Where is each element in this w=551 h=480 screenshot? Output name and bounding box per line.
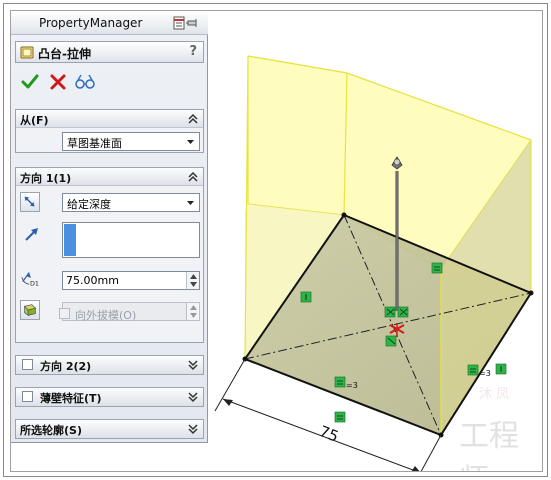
spin-up-icon[interactable] — [189, 304, 198, 311]
spin-down-icon[interactable] — [189, 312, 198, 319]
property-manager-title: PropertyManager — [39, 16, 143, 30]
window-frame: PropertyManager 凸台-拉伸 ? 从(F) 草图基准面 方向 1(… — [3, 3, 548, 477]
spin-up-icon[interactable] — [189, 273, 198, 280]
chevron-down-icon — [187, 201, 194, 205]
from-group-header[interactable]: 从(F) — [16, 110, 203, 128]
direction1-group-title: 方向 1(1) — [20, 172, 72, 185]
direction-vector-icon — [25, 228, 38, 241]
sketch-vertex[interactable] — [528, 290, 534, 296]
reverse-direction-icon — [24, 196, 35, 207]
property-manager-panel: PropertyManager 凸台-拉伸 ? 从(F) 草图基准面 方向 1(… — [11, 11, 208, 443]
expand-down-icon[interactable] — [187, 391, 199, 403]
reverse-direction-button[interactable] — [20, 192, 40, 212]
vertical-relation-marker — [495, 363, 507, 375]
collapse-up-icon[interactable] — [187, 113, 199, 125]
expand-down-icon[interactable] — [187, 423, 199, 435]
draft-outward-checkbox[interactable] — [59, 308, 70, 319]
watermark: 工程师 — [459, 419, 519, 471]
action-buttons — [21, 73, 111, 91]
selected-contours-group: 所选轮廓(S) — [15, 419, 204, 439]
draft-icon — [23, 304, 37, 317]
graphics-viewport[interactable]: =3 =3 75 — [209, 11, 543, 472]
vertical-relation-marker — [300, 291, 312, 303]
collapse-up-icon[interactable] — [187, 171, 199, 183]
thin-feature-checkbox[interactable] — [22, 391, 33, 402]
direction2-group-header[interactable]: 方向 2(2) — [16, 356, 203, 374]
glasses-icon[interactable] — [75, 73, 95, 91]
direction1-group-header[interactable]: 方向 1(1) — [16, 168, 203, 186]
pin-icon[interactable] — [173, 16, 199, 30]
depth-input[interactable]: 75.00mm — [62, 271, 200, 290]
direction-vector-listbox[interactable] — [62, 222, 200, 258]
property-manager-header: PropertyManager — [11, 11, 208, 35]
end-condition-value: 给定深度 — [67, 198, 111, 211]
draft-angle-spinner[interactable] — [186, 303, 199, 320]
depth-dimension-icon: D1 — [21, 272, 39, 287]
spin-down-icon[interactable] — [189, 281, 198, 288]
start-condition-value: 草图基准面 — [67, 137, 122, 150]
start-condition-dropdown[interactable]: 草图基准面 — [62, 132, 200, 151]
from-group: 从(F) 草图基准面 — [15, 109, 204, 153]
horizontal-relation-marker — [431, 262, 443, 274]
watermark-small: 沐 凤 — [479, 387, 510, 402]
thin-feature-group-title: 薄壁特征(T) — [40, 392, 102, 405]
svg-text:D1: D1 — [30, 280, 39, 287]
feature-name: 凸台-拉伸 — [38, 47, 91, 61]
chevron-down-icon — [187, 140, 194, 144]
check-icon[interactable] — [21, 73, 39, 91]
selected-contours-group-title: 所选轮廓(S) — [20, 424, 82, 437]
relation-mark-label: =3 — [479, 369, 491, 378]
depth-value: 75.00mm — [66, 274, 119, 287]
application-area: PropertyManager 凸台-拉伸 ? 从(F) 草图基准面 方向 1(… — [10, 10, 543, 472]
draft-toggle-button[interactable] — [20, 300, 40, 320]
feature-title-bar: 凸台-拉伸 ? — [15, 41, 204, 63]
relation-mark-label: =3 — [346, 381, 358, 390]
selected-contours-group-header[interactable]: 所选轮廓(S) — [16, 420, 203, 438]
draft-outward-label: 向外拔模(O) — [75, 309, 137, 322]
direction2-group-title: 方向 2(2) — [40, 360, 92, 373]
equal-relation-marker — [334, 411, 346, 423]
end-condition-dropdown[interactable]: 给定深度 — [62, 193, 200, 212]
help-icon[interactable]: ? — [189, 44, 197, 59]
thin-feature-group: 薄壁特征(T) — [15, 387, 204, 407]
listbox-selection-marker — [64, 224, 76, 256]
x-icon[interactable] — [49, 73, 67, 91]
from-group-title: 从(F) — [20, 114, 49, 127]
thin-feature-group-header[interactable]: 薄壁特征(T) — [16, 388, 203, 406]
boss-extrude-icon — [20, 46, 34, 59]
direction2-group: 方向 2(2) — [15, 355, 204, 375]
expand-down-icon[interactable] — [187, 359, 199, 371]
sketch-vertex[interactable] — [341, 212, 347, 218]
direction2-checkbox[interactable] — [22, 359, 33, 370]
depth-spinner[interactable] — [186, 272, 199, 289]
